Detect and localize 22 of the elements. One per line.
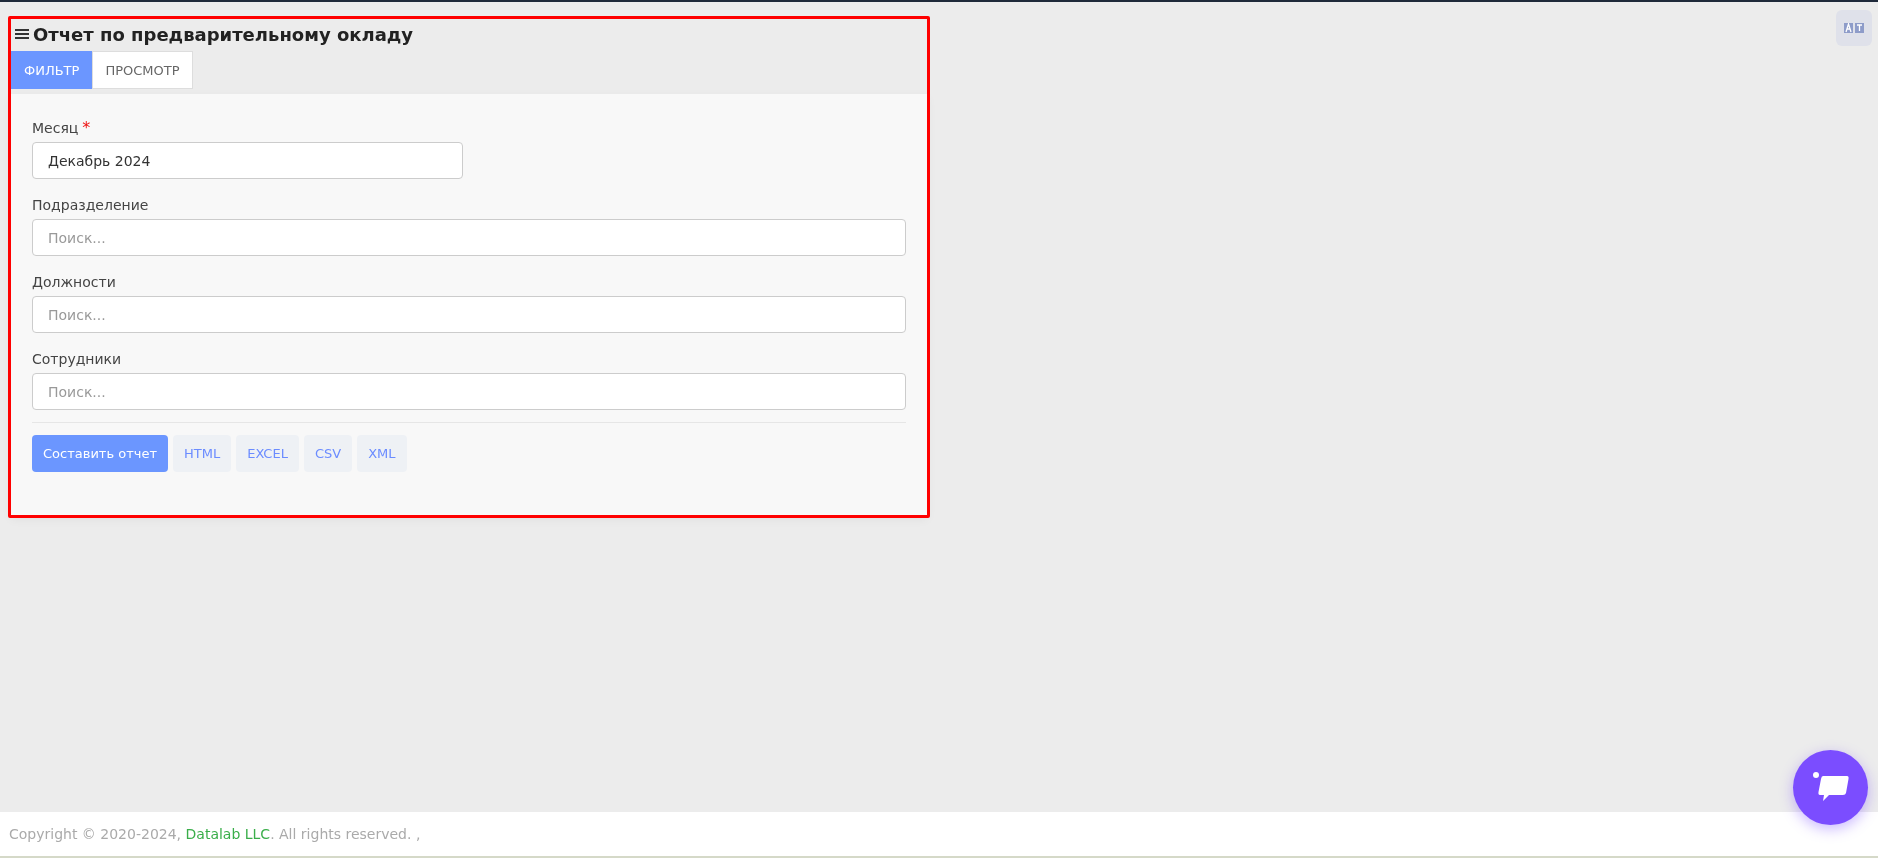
field-label: Месяц — [32, 120, 79, 136]
field-label: Должности — [32, 274, 116, 290]
translate-icon — [1844, 23, 1864, 33]
company-link[interactable]: Datalab LLC — [185, 826, 271, 842]
export-button[interactable]: HTML — [173, 435, 232, 472]
field-label: Подразделение — [32, 197, 149, 213]
tab[interactable]: ПРОСМОТР — [92, 51, 193, 89]
search-field[interactable]: Поиск... — [32, 219, 906, 256]
build-report-button[interactable]: Составить отчет — [32, 435, 168, 472]
page-title: Отчет по предварительному окладу — [33, 23, 414, 45]
required-mark: * — [82, 118, 91, 137]
export-button[interactable]: CSV — [303, 435, 353, 472]
export-button[interactable]: XML — [357, 435, 407, 472]
copyright-text: Copyright © 2020-2024, Datalab LLC. All rights reserved. , — [9, 826, 421, 842]
month-field[interactable]: Декабрь 2024 — [32, 142, 463, 179]
field-label: Сотрудники — [32, 351, 122, 367]
menu-icon[interactable] — [15, 28, 29, 40]
tab[interactable]: ФИЛЬТР — [11, 51, 93, 89]
search-field[interactable]: Поиск... — [32, 373, 906, 410]
export-button[interactable]: EXCEL — [236, 435, 299, 472]
search-field[interactable]: Поиск... — [32, 296, 906, 333]
chat-button[interactable] — [1793, 750, 1868, 825]
